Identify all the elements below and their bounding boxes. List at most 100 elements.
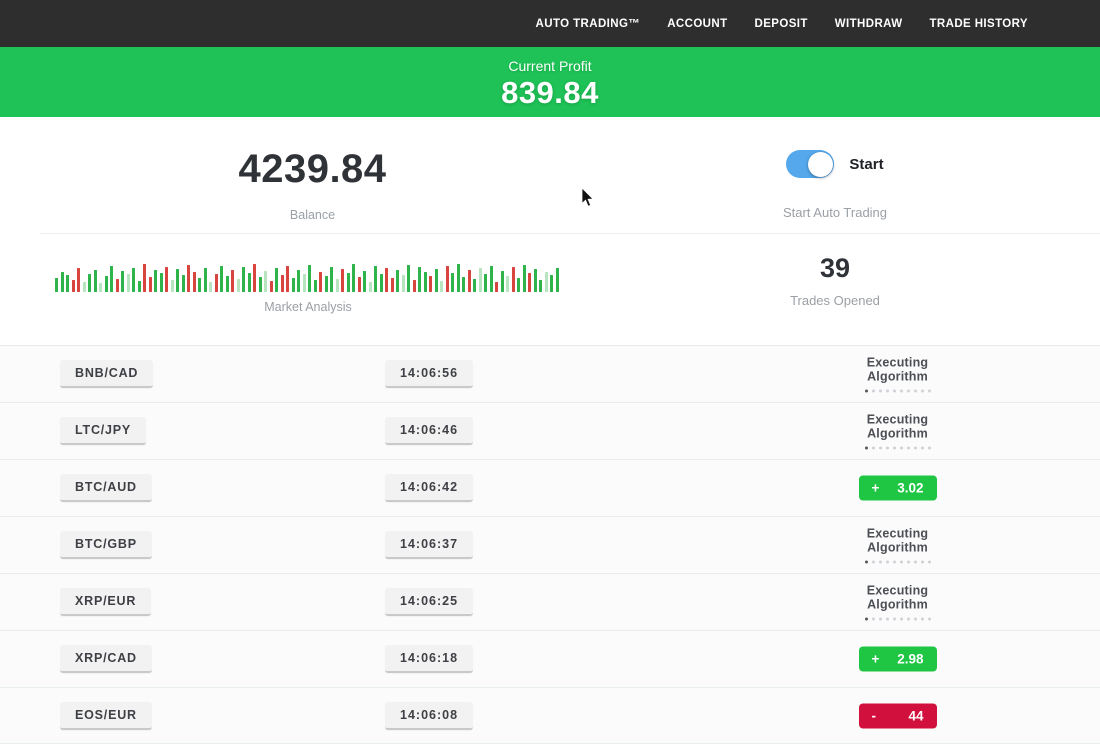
chart-bar (413, 280, 416, 292)
pair-tag[interactable]: BNB/CAD (60, 360, 153, 388)
chart-bar (77, 268, 80, 292)
chart-bar (143, 264, 146, 292)
progress-dot (928, 561, 931, 564)
chart-bar (264, 271, 267, 292)
trades-opened-block: 39 Trades Opened (700, 253, 970, 308)
chart-bar (220, 266, 223, 292)
profit-banner-value: 839.84 (0, 75, 1100, 111)
chart-bar (55, 278, 58, 292)
progress-dot (879, 618, 882, 621)
chart-bar (528, 273, 531, 292)
pair-tag[interactable]: BTC/GBP (60, 531, 152, 559)
chart-bar (501, 271, 504, 292)
executing-label: Executing Algorithm (835, 527, 960, 555)
progress-dot (921, 447, 924, 450)
progress-dot (893, 561, 896, 564)
chart-bar (396, 270, 399, 292)
chart-bar (374, 266, 377, 292)
market-analysis-label: Market Analysis (55, 300, 561, 314)
chart-bar (171, 280, 174, 292)
time-tag: 14:06:42 (385, 474, 473, 502)
time-tag: 14:06:25 (385, 588, 473, 616)
trade-list: BNB/CAD 14:06:56 Executing Algorithm LTC… (0, 345, 1100, 744)
chart-bar (187, 265, 190, 292)
trade-result: +2.98 (835, 647, 960, 672)
profit-badge: +2.98 (859, 647, 937, 672)
chart-bar (149, 277, 152, 292)
nav-item-deposit[interactable]: DEPOSIT (755, 18, 808, 30)
chart-bar (424, 272, 427, 292)
progress-dot (872, 561, 875, 564)
chart-bar (418, 267, 421, 292)
badge-sign: + (872, 481, 880, 496)
chart-bar (545, 272, 548, 292)
chart-bar (336, 279, 339, 292)
chart-bar (429, 276, 432, 292)
progress-dot (893, 447, 896, 450)
pair-tag[interactable]: BTC/AUD (60, 474, 152, 502)
chart-bar (457, 264, 460, 292)
chart-bar (391, 278, 394, 292)
auto-trading-toggle[interactable] (786, 150, 834, 178)
chart-bar (61, 272, 64, 292)
progress-dot (907, 561, 910, 564)
chart-bar (248, 273, 251, 292)
market-analysis-block: Market Analysis (55, 258, 561, 314)
chart-bar (385, 268, 388, 292)
progress-dot (921, 561, 924, 564)
chart-bar (319, 272, 322, 292)
nav-item-account[interactable]: ACCOUNT (667, 18, 727, 30)
pair-tag[interactable]: LTC/JPY (60, 417, 146, 445)
chart-bar (275, 268, 278, 292)
nav-item-auto-trading[interactable]: AUTO TRADING™ (536, 18, 641, 30)
progress-dot (907, 390, 910, 393)
chart-bar (325, 276, 328, 292)
progress-dot (914, 390, 917, 393)
trade-row: EOS/EUR 14:06:08 -44 (0, 687, 1100, 744)
progress-dot (907, 447, 910, 450)
progress-dot (914, 618, 917, 621)
progress-dot (900, 618, 903, 621)
progress-dot (893, 618, 896, 621)
chart-bar (523, 265, 526, 292)
chart-bar (253, 264, 256, 292)
progress-dot (900, 390, 903, 393)
executing-progress-dots (835, 561, 960, 564)
trade-result: Executing Algorithm (835, 356, 960, 393)
chart-bar (215, 274, 218, 292)
chart-bar (446, 266, 449, 292)
chart-bar (303, 274, 306, 292)
chart-bar (539, 280, 542, 292)
pair-tag[interactable]: XRP/EUR (60, 588, 151, 616)
chart-bar (237, 279, 240, 292)
chart-bar (380, 274, 383, 292)
nav-item-withdraw[interactable]: WITHDRAW (835, 18, 903, 30)
chart-bar (484, 274, 487, 292)
chart-bar (314, 280, 317, 292)
nav-item-trade-history[interactable]: TRADE HISTORY (930, 18, 1029, 30)
chart-bar (534, 269, 537, 292)
progress-dot (865, 447, 868, 450)
trade-row: BTC/GBP 14:06:37 Executing Algorithm (0, 516, 1100, 573)
progress-dot (921, 390, 924, 393)
progress-dot (879, 390, 882, 393)
chart-bar (468, 270, 471, 292)
chart-bar (193, 272, 196, 292)
trades-opened-label: Trades Opened (700, 293, 970, 308)
chart-bar (495, 282, 498, 292)
trade-row: LTC/JPY 14:06:46 Executing Algorithm (0, 402, 1100, 459)
progress-dot (893, 390, 896, 393)
trades-opened-value: 39 (700, 253, 970, 284)
executing-progress-dots (835, 618, 960, 621)
executing-progress-dots (835, 390, 960, 393)
profit-banner: Current Profit 839.84 (0, 47, 1100, 117)
badge-sign: + (872, 652, 880, 667)
pair-tag[interactable]: XRP/CAD (60, 645, 152, 673)
chart-bar (506, 276, 509, 292)
chart-bar (132, 268, 135, 292)
pair-tag[interactable]: EOS/EUR (60, 702, 152, 730)
badge-value: 2.98 (897, 652, 923, 667)
progress-dot (879, 447, 882, 450)
chart-bar (110, 266, 113, 292)
chart-bar (226, 276, 229, 292)
